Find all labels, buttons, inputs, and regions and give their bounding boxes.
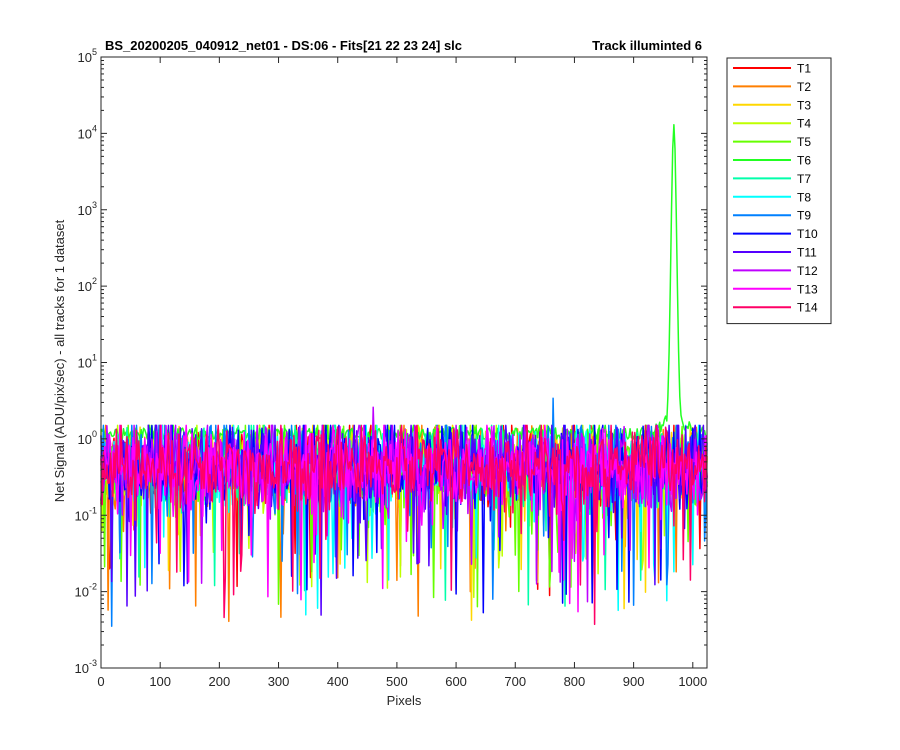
legend-label: T10 [797, 227, 818, 241]
x-tick-label: 1000 [678, 674, 707, 689]
x-tick-label: 800 [564, 674, 586, 689]
legend-label: T7 [797, 172, 811, 186]
legend-label: T5 [797, 135, 811, 149]
legend-label: T2 [797, 80, 811, 94]
x-tick-label: 700 [504, 674, 526, 689]
legend-label: T13 [797, 282, 818, 296]
chart: BS_20200205_040912_net01 - DS:06 - Fits[… [0, 0, 900, 750]
x-tick-label: 200 [209, 674, 231, 689]
legend-label: T4 [797, 117, 811, 131]
y-axis-label: Net Signal (ADU/pix/sec) - all tracks fo… [52, 219, 67, 502]
x-tick-label: 100 [149, 674, 171, 689]
legend-label: T12 [797, 264, 818, 278]
legend-label: T1 [797, 62, 811, 76]
axes-background [101, 57, 707, 668]
legend-label: T9 [797, 209, 811, 223]
x-tick-label: 600 [445, 674, 467, 689]
x-tick-label: 500 [386, 674, 408, 689]
chart-title-left: BS_20200205_040912_net01 - DS:06 - Fits[… [105, 38, 462, 53]
x-tick-label: 900 [623, 674, 645, 689]
x-tick-label: 0 [97, 674, 104, 689]
legend-label: T8 [797, 190, 811, 204]
x-axis-label: Pixels [387, 693, 422, 708]
x-tick-label: 400 [327, 674, 349, 689]
legend-label: T11 [797, 246, 817, 260]
legend-label: T6 [797, 154, 811, 168]
legend-label: T3 [797, 98, 811, 112]
legend-label: T14 [797, 301, 818, 315]
chart-title-right: Track illuminted 6 [592, 38, 702, 53]
x-tick-label: 300 [268, 674, 290, 689]
plot-area: 0 100 200 300 400 500 600 700 800 900 1000 10-310-… [75, 47, 708, 689]
legend: T1 T2 T3 T4 T5 T6 T7 T8 T9 T10 T11 T12 T13 T14 [726, 57, 832, 325]
